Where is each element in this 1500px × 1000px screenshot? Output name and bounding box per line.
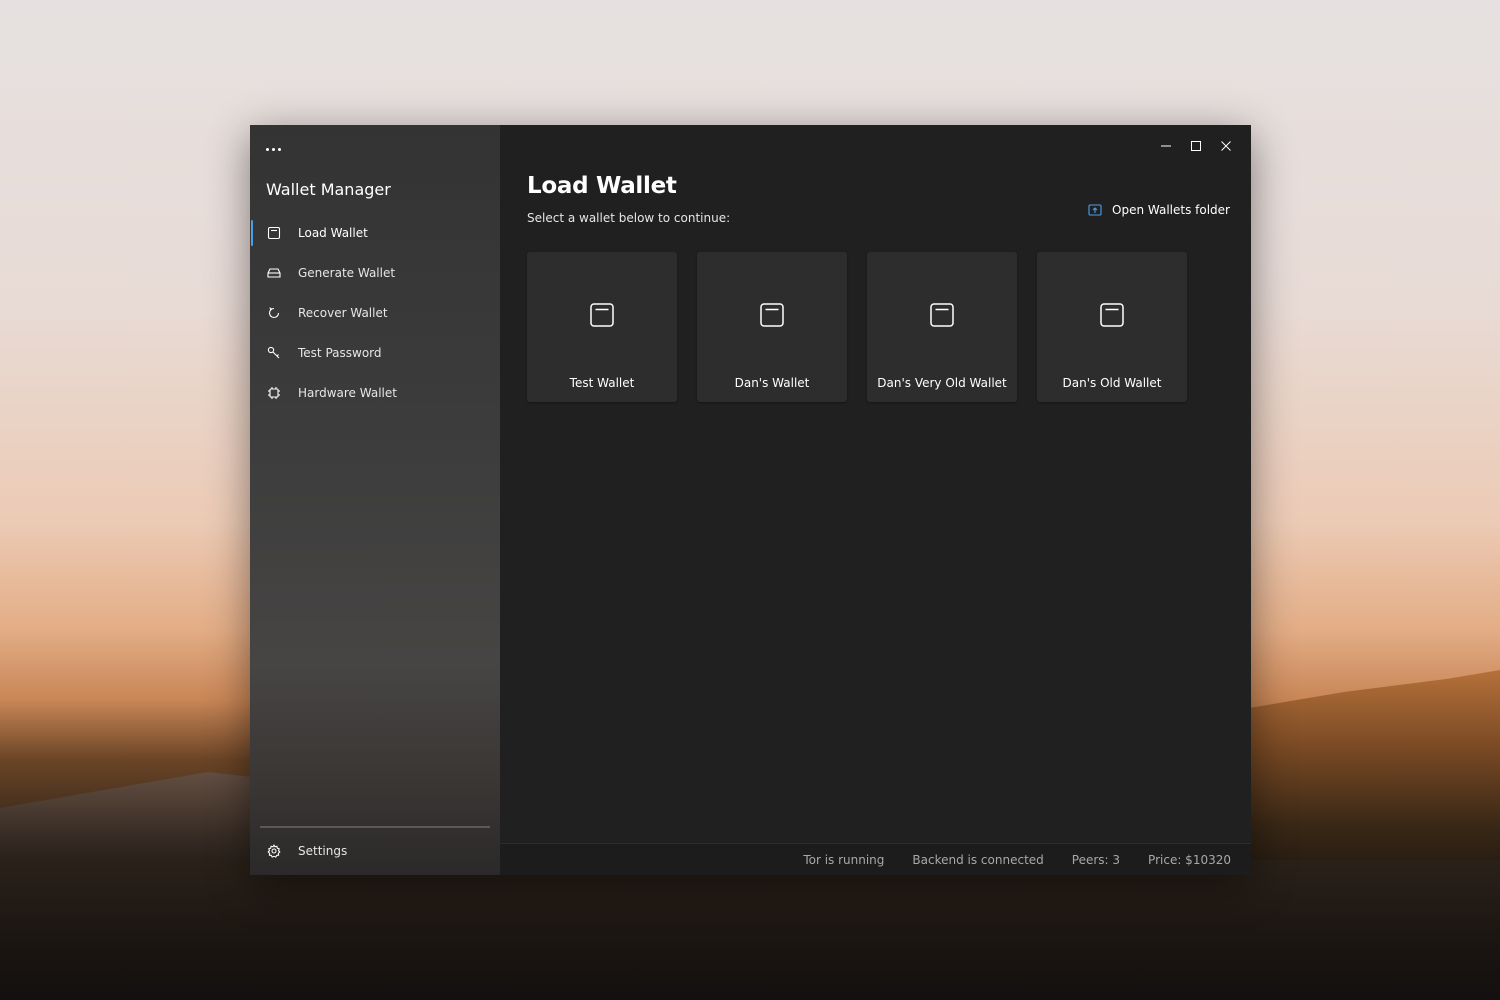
wallet-grid: Test Wallet Dan's Wallet Dan's Very Old …: [527, 252, 1187, 402]
refresh-icon: [266, 305, 282, 321]
key-icon: [266, 345, 282, 361]
maximize-icon: [1191, 141, 1201, 151]
wallet-card-label: Dan's Old Wallet: [1062, 376, 1162, 390]
more-dot-icon: [272, 147, 275, 151]
wallet-card-label: Dan's Wallet: [734, 376, 810, 390]
inbox-icon: [266, 265, 282, 281]
close-button[interactable]: [1211, 125, 1241, 167]
sidebar-item-generate-wallet[interactable]: Generate Wallet: [250, 253, 500, 293]
backend-status: Backend is connected: [912, 852, 1044, 867]
sidebar: Wallet Manager Load Wallet Generate Wall…: [250, 125, 500, 875]
open-folder-icon: [1088, 204, 1102, 216]
background-ground: [0, 860, 1500, 1000]
main-content: Load Wallet Select a wallet below to con…: [500, 125, 1251, 875]
wallet-card[interactable]: Dan's Old Wallet: [1037, 252, 1187, 402]
sidebar-item-load-wallet[interactable]: Load Wallet: [250, 213, 500, 253]
open-wallets-folder-button[interactable]: Open Wallets folder: [1088, 203, 1230, 217]
sidebar-divider: [260, 826, 490, 828]
sidebar-item-label: Generate Wallet: [298, 266, 396, 280]
more-options-button[interactable]: [266, 139, 290, 159]
open-folder-label: Open Wallets folder: [1112, 203, 1230, 217]
window-controls: [1151, 125, 1251, 167]
sidebar-item-label: Recover Wallet: [298, 306, 388, 320]
app-window: Wallet Manager Load Wallet Generate Wall…: [250, 125, 1251, 875]
price-value: Price: $10320: [1148, 852, 1231, 867]
tor-status: Tor is running: [803, 852, 885, 867]
sidebar-item-test-password[interactable]: Test Password: [250, 333, 500, 373]
wallet-icon: [266, 225, 282, 241]
wallet-icon: [930, 303, 954, 327]
sidebar-item-hardware-wallet[interactable]: Hardware Wallet: [250, 373, 500, 413]
more-dot-icon: [266, 147, 269, 151]
close-icon: [1221, 141, 1231, 151]
settings-label: Settings: [298, 844, 348, 858]
sidebar-item-label: Load Wallet: [298, 226, 368, 240]
wallet-icon: [590, 303, 614, 327]
background-hill-right: [1240, 670, 1500, 890]
sidebar-item-label: Test Password: [298, 346, 382, 360]
wallet-card-label: Test Wallet: [569, 376, 635, 390]
sidebar-item-label: Hardware Wallet: [298, 386, 397, 400]
sidebar-nav: Load Wallet Generate Wallet Recover Wall…: [250, 213, 500, 413]
status-bar: Tor is running Backend is connected Peer…: [500, 843, 1251, 875]
gear-icon: [266, 843, 282, 859]
peers-count: Peers: 3: [1071, 852, 1121, 867]
wallet-card[interactable]: Test Wallet: [527, 252, 677, 402]
minimize-button[interactable]: [1151, 125, 1181, 167]
more-dot-icon: [278, 147, 281, 151]
page-title: Load Wallet: [527, 173, 677, 199]
minimize-icon: [1161, 145, 1171, 147]
wallet-icon: [1100, 303, 1124, 327]
page-subtitle: Select a wallet below to continue:: [527, 211, 731, 225]
wallet-card-label: Dan's Very Old Wallet: [877, 376, 1007, 390]
sidebar-item-settings[interactable]: Settings: [250, 831, 500, 871]
wallet-card[interactable]: Dan's Very Old Wallet: [867, 252, 1017, 402]
chip-icon: [266, 385, 282, 401]
wallet-card[interactable]: Dan's Wallet: [697, 252, 847, 402]
sidebar-item-recover-wallet[interactable]: Recover Wallet: [250, 293, 500, 333]
maximize-button[interactable]: [1181, 125, 1211, 167]
sidebar-title: Wallet Manager: [266, 180, 391, 199]
wallet-icon: [760, 303, 784, 327]
